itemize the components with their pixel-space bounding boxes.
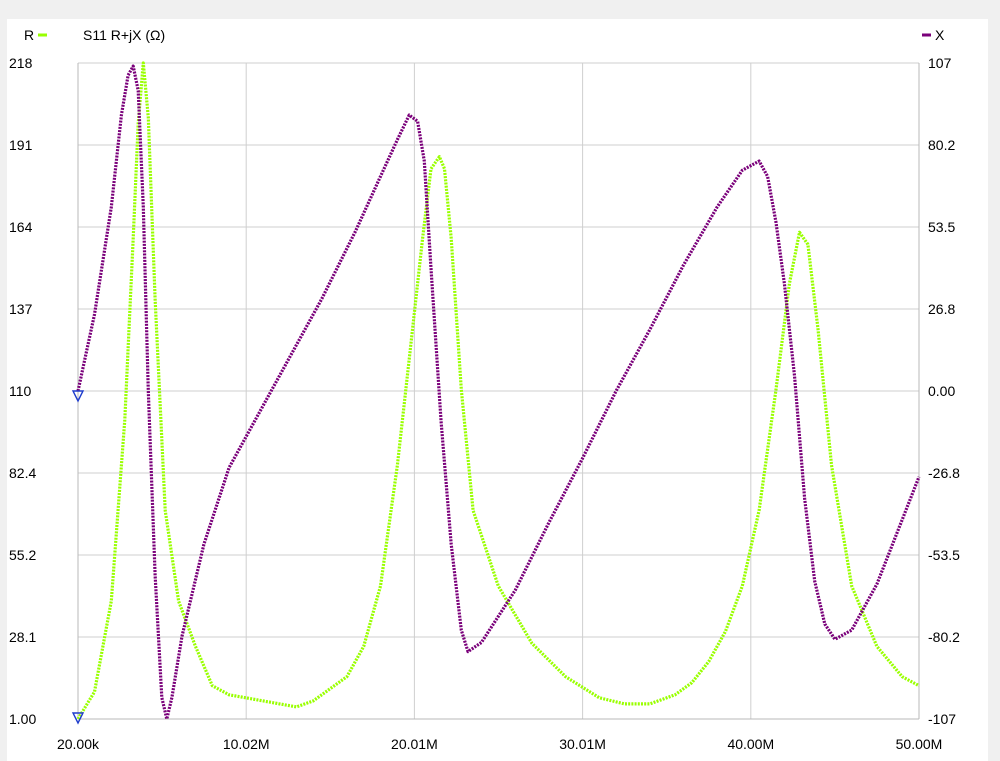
x-tick-label: 40.00M xyxy=(727,736,774,752)
y-left-tick-label: 55.2 xyxy=(9,547,36,563)
grid xyxy=(77,62,920,720)
y-left-tick-label: 1.00 xyxy=(9,711,36,727)
x-tick-label: 20.00k xyxy=(57,736,100,752)
x-tick-label: 10.02M xyxy=(223,736,270,752)
y-left-tick-label: 28.1 xyxy=(9,629,36,645)
y-right-tick-label: 107 xyxy=(928,55,952,71)
x-tick-label: 20.01M xyxy=(391,736,438,752)
y-left-tick-label: 218 xyxy=(9,55,33,71)
y-right-tick-label: 80.2 xyxy=(928,137,955,153)
chart-panel: 218 107 191 80.2 164 53.5 137 26.8 110 0.00 82.4 -2… xyxy=(7,19,988,761)
y-right-tick-label: 0.00 xyxy=(928,383,955,399)
tick-labels: 218 107 191 80.2 164 53.5 137 26.8 110 0.00 82.4 -2… xyxy=(9,55,960,752)
y-right-tick-label: 26.8 xyxy=(928,301,955,317)
y-left-tick-label: 82.4 xyxy=(9,465,36,481)
chart-header: R S11 R+jX (Ω) X xyxy=(24,27,945,43)
y-left-tick-label: 110 xyxy=(9,383,32,399)
y-left-tick-label: 164 xyxy=(9,219,33,235)
y-left-tick-label: 137 xyxy=(9,301,33,317)
x-tick-label: 50.00M xyxy=(896,736,943,752)
rx-chart: 218 107 191 80.2 164 53.5 137 26.8 110 0.00 82.4 -2… xyxy=(9,27,960,752)
y-right-tick-label: -53.5 xyxy=(928,547,960,563)
chart-title: S11 R+jX (Ω) xyxy=(83,27,165,43)
y-right-tick-label: -80.2 xyxy=(928,629,960,645)
y-left-tick-label: 191 xyxy=(9,137,33,153)
series-X-line xyxy=(76,64,921,721)
y-right-tick-label: 53.5 xyxy=(928,219,955,235)
y-right-tick-label: -26.8 xyxy=(928,465,960,481)
x-tick-label: 30.01M xyxy=(559,736,606,752)
chart-window: 218 107 191 80.2 164 53.5 137 26.8 110 0.00 82.4 -2… xyxy=(0,0,1000,761)
legend-right-label: X xyxy=(935,27,945,43)
legend-left-label: R xyxy=(24,27,34,43)
y-right-tick-label: -107 xyxy=(928,711,956,727)
